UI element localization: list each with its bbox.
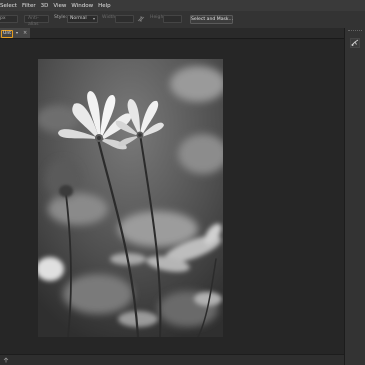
status-bar <box>0 354 344 365</box>
document-tab[interactable]: Unt ▾ × <box>0 28 30 38</box>
anti-alias-label: Anti-alias <box>28 16 39 27</box>
menu-bar: Select Filter 3D View Window Help <box>0 0 365 11</box>
width-field[interactable] <box>115 15 134 23</box>
feather-field[interactable]: px <box>0 15 18 23</box>
menu-select[interactable]: Select <box>0 3 17 9</box>
anti-alias-checkbox[interactable]: Anti-alias <box>24 15 49 27</box>
menu-help[interactable]: Help <box>93 3 111 9</box>
style-value: Normal <box>70 16 87 21</box>
menu-filter[interactable]: Filter <box>17 3 36 9</box>
flower-photo[interactable] <box>38 59 223 337</box>
document-tab-title: Unt <box>1 30 14 38</box>
share-icon[interactable] <box>3 357 9 363</box>
swap-arrows-icon[interactable] <box>137 15 145 23</box>
options-bar: px Anti-alias Style: Normal ▾ Width: Hei… <box>0 11 365 29</box>
select-and-mask-button[interactable]: Select and Mask... <box>190 15 233 24</box>
photo-image <box>38 59 223 337</box>
menu-view[interactable]: View <box>48 3 66 9</box>
history-brush-icon[interactable] <box>350 38 360 48</box>
chevron-down-icon[interactable]: ▾ <box>16 28 18 38</box>
canvas-area[interactable] <box>0 39 344 354</box>
document-tab-bar: Unt ▾ × <box>0 28 344 39</box>
panel-dock <box>344 28 365 365</box>
feather-value: px <box>0 16 6 21</box>
panel-grip[interactable] <box>348 30 362 34</box>
photoshop-window: Select Filter 3D View Window Help px Ant… <box>0 0 365 365</box>
menu-3d[interactable]: 3D <box>36 3 49 9</box>
height-field[interactable] <box>163 15 182 23</box>
style-select[interactable]: Normal ▾ <box>67 15 98 23</box>
chevron-down-icon: ▾ <box>92 16 95 21</box>
close-icon[interactable]: × <box>23 28 27 38</box>
menu-window[interactable]: Window <box>66 3 93 9</box>
style-label: Style: <box>54 15 68 20</box>
